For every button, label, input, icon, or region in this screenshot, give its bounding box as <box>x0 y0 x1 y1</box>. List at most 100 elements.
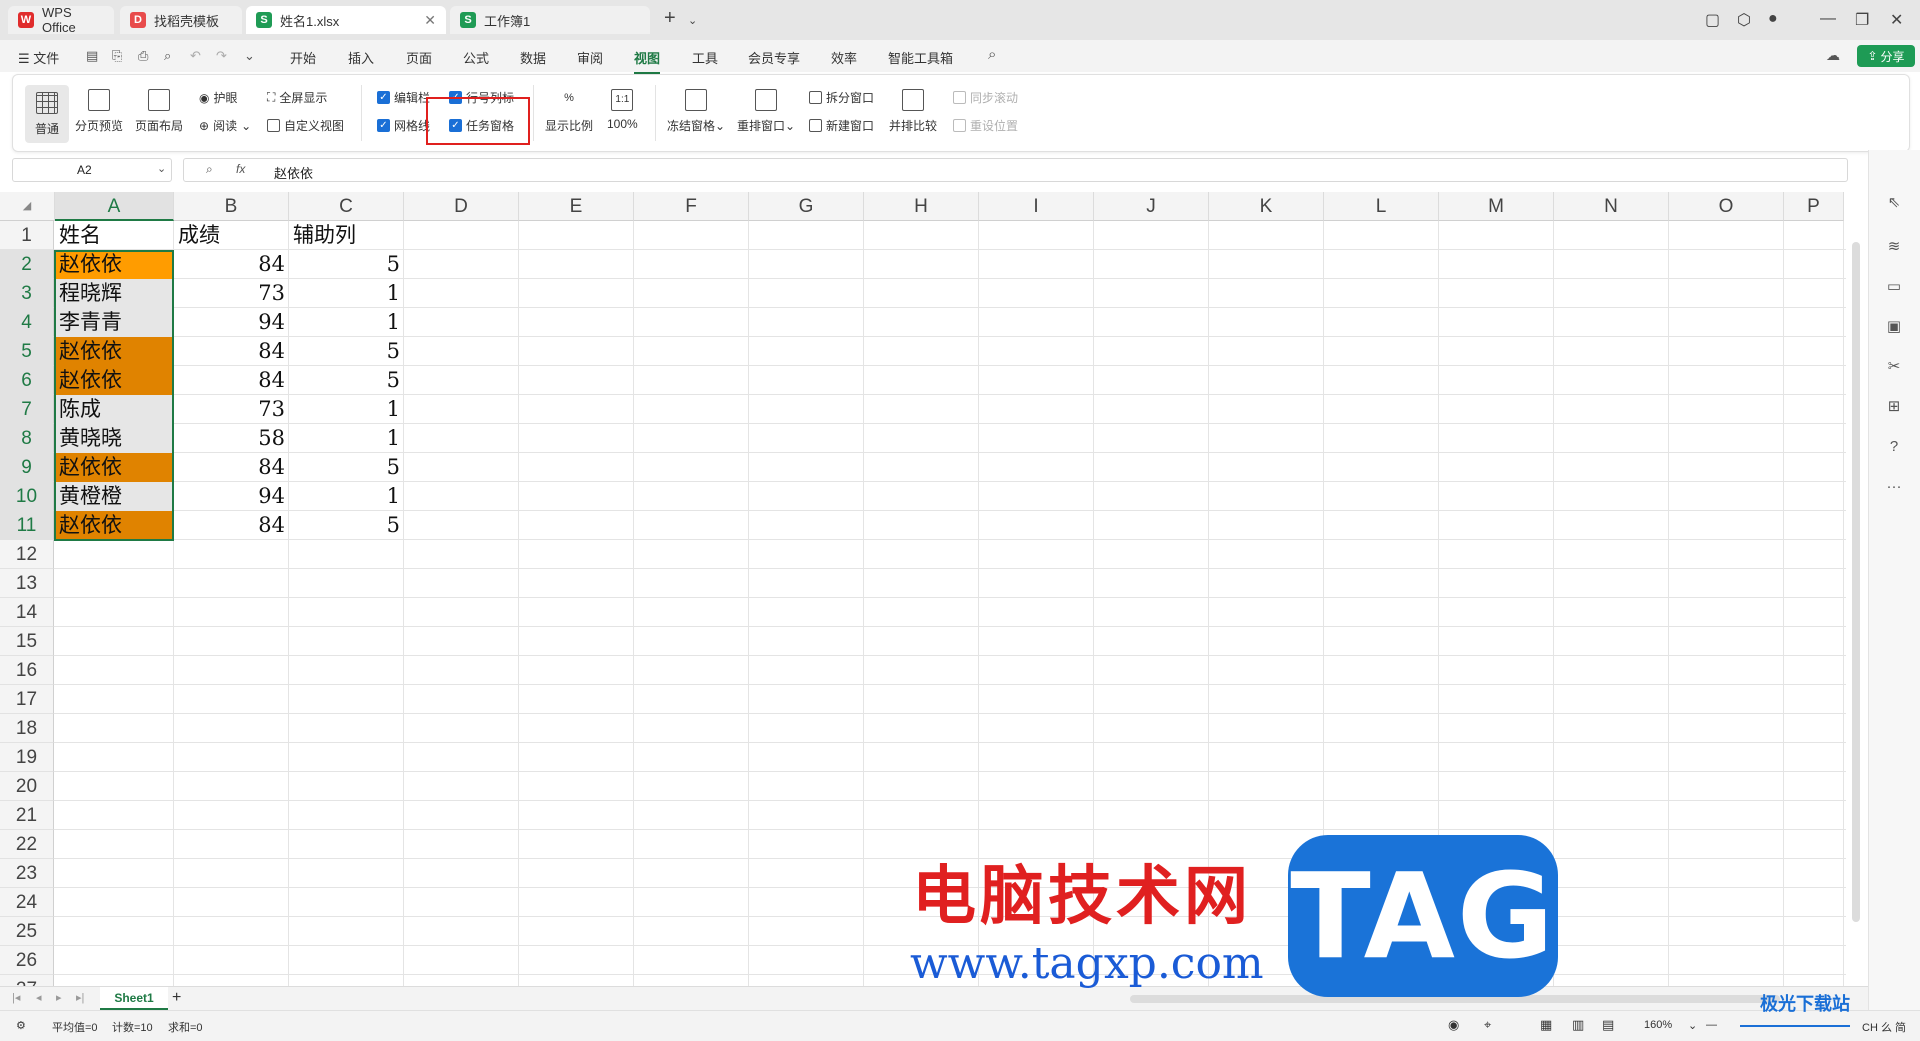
column-header-d[interactable]: D <box>404 192 519 221</box>
next-sheet-icon[interactable]: ▸ <box>56 991 62 1004</box>
menu-formula[interactable]: 公式 <box>463 48 489 67</box>
score-cell[interactable]: 84 <box>174 337 289 366</box>
row-header-14[interactable]: 14 <box>0 598 54 627</box>
menu-member[interactable]: 会员专享 <box>748 48 800 67</box>
row-header-9[interactable]: 9 <box>0 453 54 482</box>
row-header-6[interactable]: 6 <box>0 366 54 395</box>
close-icon[interactable]: ✕ <box>424 12 436 29</box>
row-header-13[interactable]: 13 <box>0 569 54 598</box>
zoom-out-icon[interactable]: — <box>1706 1019 1717 1031</box>
zoom-ratio-button[interactable]: % 显示比例 <box>545 89 593 134</box>
chevron-down-icon[interactable]: ⌄ <box>688 14 697 27</box>
redo-icon[interactable]: ↷ <box>216 48 227 64</box>
select-pointer-icon[interactable]: ⇖ <box>1885 194 1903 212</box>
menu-smart-toolbox[interactable]: 智能工具箱 <box>888 48 953 67</box>
normal-view-button[interactable]: 普通 <box>25 85 69 143</box>
column-header-c[interactable]: C <box>289 192 404 221</box>
menu-review[interactable]: 审阅 <box>577 48 603 67</box>
column-header-a[interactable]: A <box>55 192 174 221</box>
reading-mode-button[interactable]: ⊕ 阅读 ⌄ <box>199 117 251 134</box>
column-header-b[interactable]: B <box>174 192 289 221</box>
name-cell[interactable]: 黄晓晓 <box>55 424 174 453</box>
book-icon[interactable]: ⊞ <box>1885 398 1903 416</box>
menu-data[interactable]: 数据 <box>520 48 546 67</box>
row-header-22[interactable]: 22 <box>0 830 54 859</box>
column-header-l[interactable]: L <box>1324 192 1439 221</box>
row-header-8[interactable]: 8 <box>0 424 54 453</box>
row-header-5[interactable]: 5 <box>0 337 54 366</box>
locate-icon[interactable]: ⌖ <box>1484 1017 1491 1033</box>
score-cell[interactable]: 73 <box>174 395 289 424</box>
first-sheet-icon[interactable]: |◂ <box>12 991 20 1004</box>
page-layout-button[interactable]: 页面布局 <box>135 89 183 134</box>
score-cell[interactable]: 84 <box>174 366 289 395</box>
menu-tools[interactable]: 工具 <box>692 48 718 67</box>
zoom-search-icon[interactable]: ⌕ <box>206 162 213 177</box>
new-tab-plus-icon[interactable]: + <box>664 7 676 30</box>
column-header-o[interactable]: O <box>1669 192 1784 221</box>
score-cell[interactable]: 84 <box>174 453 289 482</box>
column-header-g[interactable]: G <box>749 192 864 221</box>
reset-position-button[interactable]: 重设位置 <box>953 117 1018 134</box>
comment-icon[interactable]: ▭ <box>1885 278 1903 296</box>
row-header-3[interactable]: 3 <box>0 279 54 308</box>
name-cell[interactable]: 程晓辉 <box>55 279 174 308</box>
side-by-side-button[interactable]: 并排比较 <box>889 89 937 134</box>
select-all-corner[interactable]: ◢ <box>0 192 55 221</box>
window-close-icon[interactable]: ✕ <box>1890 10 1903 30</box>
row-header-16[interactable]: 16 <box>0 656 54 685</box>
name-cell[interactable]: 赵依依 <box>55 453 174 482</box>
column-header-k[interactable]: K <box>1209 192 1324 221</box>
export-icon[interactable]: ⎘ <box>112 48 122 64</box>
tab-docer-templates[interactable]: D 找稻壳模板 <box>120 6 242 34</box>
split-window-button[interactable]: 拆分窗口 <box>809 89 874 106</box>
page-break-preview-button[interactable]: 分页预览 <box>75 89 123 134</box>
column-header-e[interactable]: E <box>519 192 634 221</box>
tab-workbook1[interactable]: S 工作簿1 <box>450 6 650 34</box>
row-header-15[interactable]: 15 <box>0 627 54 656</box>
score-cell[interactable]: 84 <box>174 250 289 279</box>
header-cell-name[interactable]: 姓名 <box>55 221 174 250</box>
header-cell-aux[interactable]: 辅助列 <box>289 221 404 250</box>
aux-cell[interactable]: 1 <box>289 395 404 424</box>
cloud-sync-icon[interactable]: ☁ <box>1826 47 1840 64</box>
last-sheet-icon[interactable]: ▸| <box>76 991 84 1004</box>
score-cell[interactable]: 94 <box>174 308 289 337</box>
row-header-7[interactable]: 7 <box>0 395 54 424</box>
row-header-2[interactable]: 2 <box>0 250 54 279</box>
row-header-24[interactable]: 24 <box>0 888 54 917</box>
page-layout-view-icon[interactable]: ▥ <box>1572 1017 1584 1033</box>
image-icon[interactable]: ▣ <box>1885 318 1903 336</box>
row-header-17[interactable]: 17 <box>0 685 54 714</box>
gridlines-checkbox[interactable]: ✓ 网格线 <box>377 117 430 134</box>
score-cell[interactable]: 84 <box>174 511 289 540</box>
restore-icon[interactable]: ❐ <box>1855 10 1869 30</box>
normal-view-icon[interactable]: ▦ <box>1540 1017 1552 1033</box>
row-header-10[interactable]: 10 <box>0 482 54 511</box>
prev-sheet-icon[interactable]: ◂ <box>36 991 42 1004</box>
aux-cell[interactable]: 1 <box>289 308 404 337</box>
column-header-m[interactable]: M <box>1439 192 1554 221</box>
name-cell[interactable]: 赵依依 <box>55 250 174 279</box>
eye-care-button[interactable]: ◉ 护眼 <box>199 89 238 106</box>
zoom-slider[interactable] <box>1740 1025 1850 1027</box>
row-header-21[interactable]: 21 <box>0 801 54 830</box>
aux-cell[interactable]: 5 <box>289 366 404 395</box>
new-window-button[interactable]: 新建窗口 <box>809 117 874 134</box>
chevron-down-icon[interactable]: ⌄ <box>244 48 255 64</box>
zoom-level[interactable]: 160% <box>1644 1019 1672 1031</box>
formula-bar[interactable]: ⌕ fx 赵依依 <box>183 158 1848 182</box>
menu-home[interactable]: 开始 <box>290 48 316 67</box>
aux-cell[interactable]: 5 <box>289 453 404 482</box>
row-header-27[interactable]: 27 <box>0 975 54 986</box>
help-icon[interactable]: ? <box>1885 438 1903 456</box>
aux-cell[interactable]: 1 <box>289 279 404 308</box>
search-icon[interactable]: ⌕ <box>988 46 996 63</box>
menu-page[interactable]: 页面 <box>406 48 432 67</box>
sync-scroll-button[interactable]: 同步滚动 <box>953 89 1018 106</box>
fx-icon[interactable]: fx <box>236 162 245 176</box>
column-header-i[interactable]: I <box>979 192 1094 221</box>
more-icon[interactable]: ··· <box>1885 478 1903 496</box>
print-icon[interactable]: ⎙ <box>138 48 148 64</box>
score-cell[interactable]: 58 <box>174 424 289 453</box>
